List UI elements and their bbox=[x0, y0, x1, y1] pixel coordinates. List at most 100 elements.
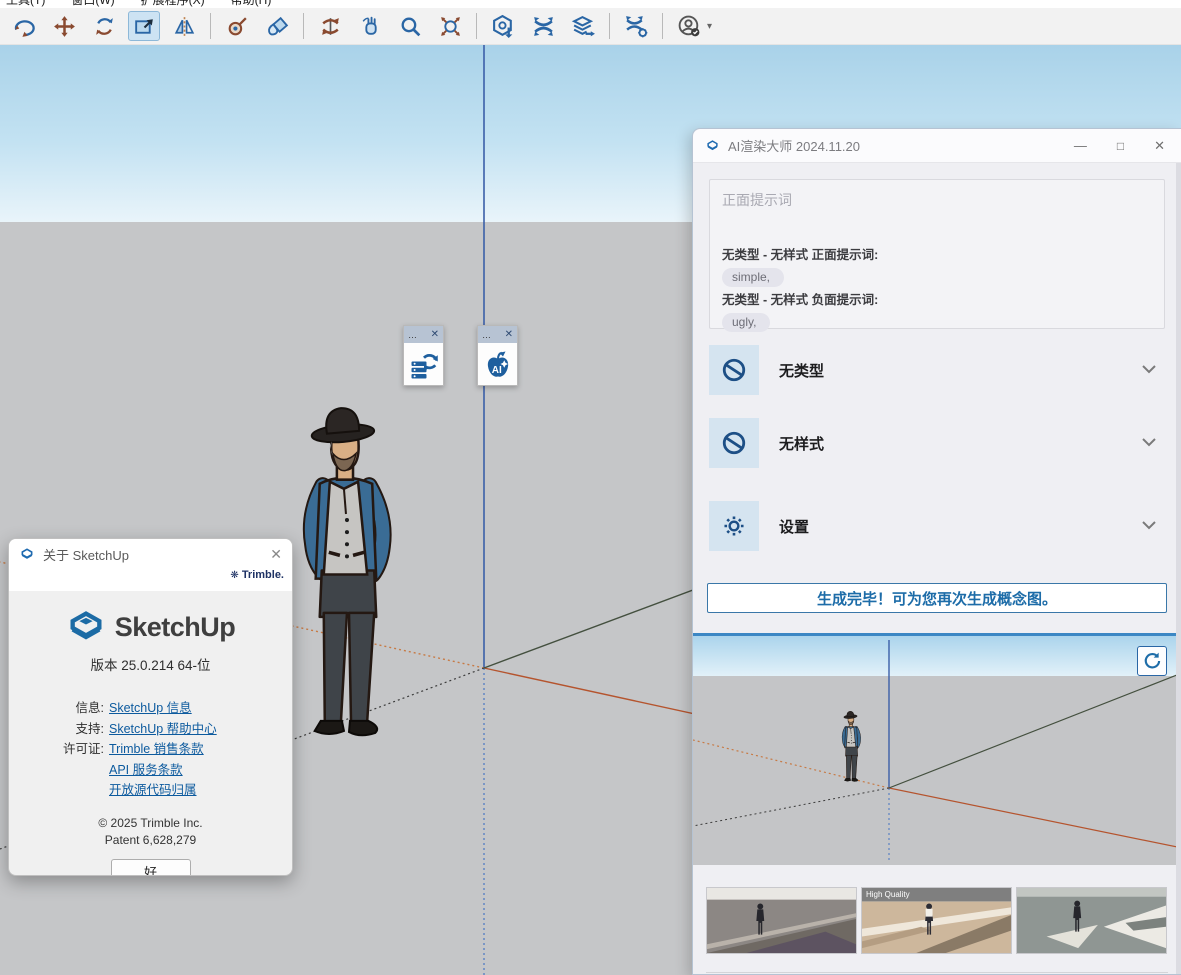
dialog-title: 关于 SketchUp bbox=[43, 545, 262, 564]
link-label: 许可证: bbox=[9, 739, 109, 760]
no-symbol-icon bbox=[709, 418, 759, 468]
pan-icon[interactable] bbox=[48, 11, 80, 41]
section-label: 设置 bbox=[779, 516, 1141, 537]
close-icon[interactable]: ✕ bbox=[505, 329, 513, 340]
menu-item-window[interactable]: 窗口(W) bbox=[71, 0, 114, 8]
open-source-link[interactable]: 开放源代码归属 bbox=[109, 780, 197, 801]
link-row: 开放源代码归属 bbox=[9, 780, 292, 801]
section-label: 无类型 bbox=[779, 360, 1141, 381]
sketchup-logo-icon bbox=[705, 138, 720, 153]
turn-icon[interactable] bbox=[314, 11, 346, 41]
overflow-dots-icon[interactable]: … bbox=[408, 331, 417, 339]
generate-button[interactable]: 生成完毕！可为您再次生成概念图。 bbox=[707, 583, 1167, 613]
section-settings[interactable]: 设置 bbox=[709, 501, 1165, 551]
scale-figure[interactable] bbox=[288, 401, 412, 739]
maximize-icon[interactable]: □ bbox=[1117, 139, 1124, 153]
dialog-body: SketchUp 版本 25.0.214 64-位 信息: SketchUp 信… bbox=[9, 591, 292, 876]
render-settings-icon[interactable] bbox=[620, 11, 652, 41]
dialog-titlebar[interactable]: 关于 SketchUp ✕ bbox=[9, 539, 292, 569]
refresh-icon bbox=[1142, 651, 1162, 671]
sales-terms-link[interactable]: Trimble 销售条款 bbox=[109, 739, 204, 760]
menu-item-extensions[interactable]: 扩展程序(X) bbox=[141, 0, 205, 8]
mini-toolbar-titlebar[interactable]: … ✕ bbox=[478, 326, 517, 343]
look-around-icon[interactable] bbox=[261, 11, 293, 41]
zoom-window-icon[interactable] bbox=[128, 11, 160, 41]
result-thumbnails: High Quality bbox=[706, 887, 1168, 954]
account-caret-icon[interactable]: ▾ bbox=[707, 21, 712, 32]
export-layers-icon[interactable] bbox=[567, 11, 599, 41]
positive-prompt-tag[interactable]: simple, bbox=[722, 268, 784, 287]
render-thumbnail-2[interactable]: High Quality bbox=[861, 887, 1012, 954]
minimize-icon[interactable]: — bbox=[1074, 138, 1087, 153]
link-row: 支持: SketchUp 帮助中心 bbox=[9, 719, 292, 740]
preview-axes bbox=[693, 636, 1181, 865]
section-style[interactable]: 无样式 bbox=[709, 418, 1165, 468]
link-label bbox=[9, 760, 109, 781]
trimble-brand-text: Trimble. bbox=[242, 569, 284, 581]
menu-item-tools[interactable]: 工具(T) bbox=[6, 0, 45, 8]
render-preview[interactable] bbox=[693, 633, 1181, 865]
chevron-down-icon[interactable] bbox=[1141, 517, 1165, 535]
section-type[interactable]: 无类型 bbox=[709, 345, 1165, 395]
positive-prompt-label: 无类型 - 无样式 正面提示词: bbox=[722, 244, 1152, 263]
close-icon[interactable]: ✕ bbox=[1154, 138, 1165, 154]
toolbar-separator bbox=[609, 13, 610, 39]
ai-apple-toolbar: … ✕ AI bbox=[477, 325, 518, 386]
flip-icon[interactable] bbox=[168, 11, 200, 41]
link-row: API 服务条款 bbox=[9, 760, 292, 781]
negative-prompt-label: 无类型 - 无样式 负面提示词: bbox=[722, 289, 1152, 308]
menu-item-help[interactable]: 帮助(H) bbox=[231, 0, 272, 8]
link-label bbox=[9, 780, 109, 801]
toolbar-separator bbox=[476, 13, 477, 39]
no-symbol-icon bbox=[709, 345, 759, 395]
account-icon[interactable] bbox=[673, 11, 705, 41]
patent-text: Patent 6,628,279 bbox=[9, 832, 292, 849]
close-icon[interactable]: ✕ bbox=[431, 329, 439, 340]
render-thumbnail-3[interactable] bbox=[1016, 887, 1167, 954]
orbit-icon[interactable] bbox=[8, 11, 40, 41]
refresh-preview-button[interactable] bbox=[1137, 646, 1167, 676]
panel-divider bbox=[706, 972, 1168, 973]
sketchup-logo-icon bbox=[19, 546, 35, 562]
toolbar-separator bbox=[303, 13, 304, 39]
api-terms-link[interactable]: API 服务条款 bbox=[109, 760, 183, 781]
zoom-icon[interactable] bbox=[394, 11, 426, 41]
position-camera-icon[interactable] bbox=[221, 11, 253, 41]
ok-button[interactable]: 好 bbox=[111, 859, 191, 877]
svg-text:AI: AI bbox=[491, 365, 501, 376]
mini-toolbar-titlebar[interactable]: … ✕ bbox=[404, 326, 443, 343]
render-thumbnail-1[interactable] bbox=[706, 887, 857, 954]
app-name: SketchUp bbox=[115, 612, 236, 643]
ai-render-button[interactable]: AI bbox=[478, 343, 517, 385]
sketchup-logo-icon bbox=[66, 607, 106, 647]
trimble-brand: ❋ Trimble. bbox=[9, 569, 292, 591]
sketchup-window: 工具(T) 窗口(W) 扩展程序(X) 帮助(H) bbox=[0, 0, 1181, 975]
link-row: 许可证: Trimble 销售条款 bbox=[9, 739, 292, 760]
panel-titlebar[interactable]: AI渲染大师 2024.11.20 — □ ✕ bbox=[693, 129, 1181, 163]
extension-warehouse-icon[interactable] bbox=[487, 11, 519, 41]
help-center-link[interactable]: SketchUp 帮助中心 bbox=[109, 719, 217, 740]
trimble-logo-icon: ❋ bbox=[230, 570, 238, 581]
walk-icon[interactable] bbox=[354, 11, 386, 41]
server-refresh-icon bbox=[409, 349, 439, 379]
apple-ai-icon: AI bbox=[483, 349, 513, 379]
overflow-dots-icon[interactable]: … bbox=[482, 331, 491, 339]
link-row: 信息: SketchUp 信息 bbox=[9, 698, 292, 719]
zoom-extents-icon[interactable] bbox=[434, 11, 466, 41]
sketchup-info-link[interactable]: SketchUp 信息 bbox=[109, 698, 192, 719]
chevron-down-icon[interactable] bbox=[1141, 434, 1165, 452]
render-queue-button[interactable] bbox=[404, 343, 443, 385]
render-queue-toolbar: … ✕ bbox=[403, 325, 444, 386]
menu-bar: 工具(T) 窗口(W) 扩展程序(X) 帮助(H) bbox=[0, 0, 1181, 8]
ai-render-panel: AI渲染大师 2024.11.20 — □ ✕ 正面提示词 无类型 - 无样式 … bbox=[692, 128, 1181, 975]
prompt-textarea[interactable]: 正面提示词 无类型 - 无样式 正面提示词: simple, 无类型 - 无样式… bbox=[709, 179, 1165, 329]
prompt-placeholder: 正面提示词 bbox=[722, 190, 1152, 210]
close-icon[interactable]: ✕ bbox=[270, 546, 282, 563]
negative-prompt-tag[interactable]: ugly, bbox=[722, 313, 770, 332]
extension-manager-icon[interactable] bbox=[527, 11, 559, 41]
rotate-icon[interactable] bbox=[88, 11, 120, 41]
panel-scrollbar[interactable] bbox=[1176, 163, 1181, 974]
version-text: 版本 25.0.214 64-位 bbox=[9, 654, 292, 674]
section-label: 无样式 bbox=[779, 433, 1141, 454]
chevron-down-icon[interactable] bbox=[1141, 361, 1165, 379]
